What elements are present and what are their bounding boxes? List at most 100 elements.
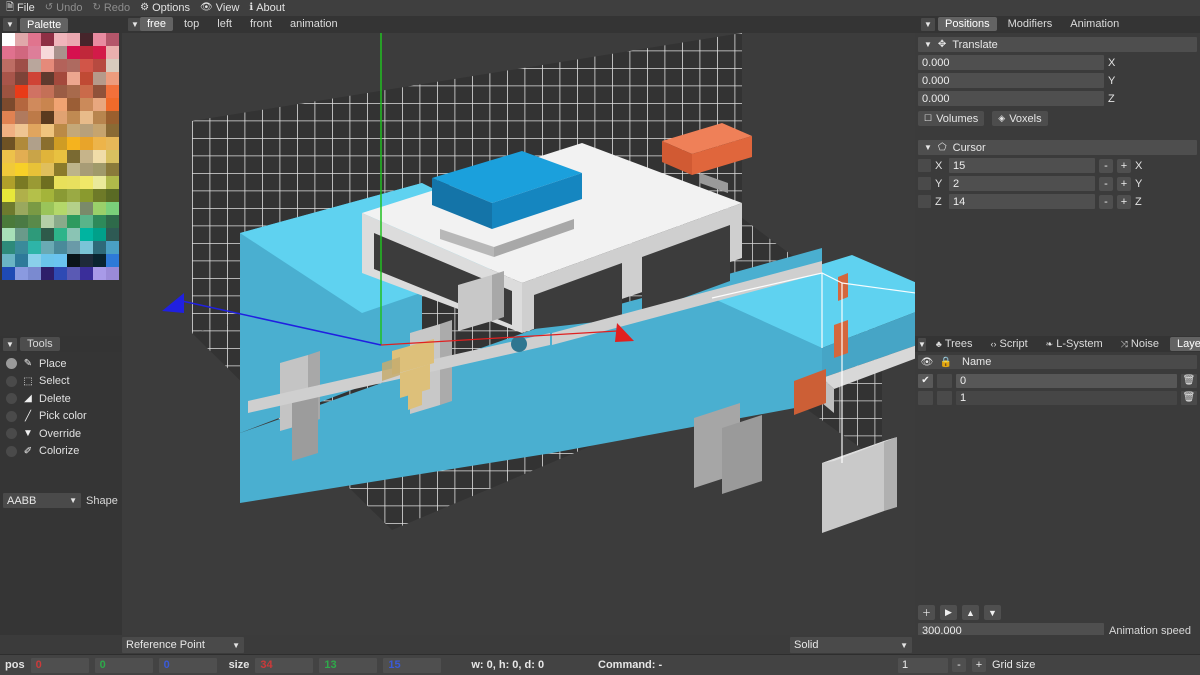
tool-colorize[interactable]: ✐Colorize (0, 443, 122, 461)
palette-swatch[interactable] (2, 215, 15, 228)
palette-swatch[interactable] (28, 46, 41, 59)
palette-swatch[interactable] (80, 215, 93, 228)
3d-viewport[interactable] (122, 33, 915, 635)
shape-select[interactable]: AABB ▼ (3, 493, 81, 508)
cursor-x-increment-button[interactable]: + (1117, 159, 1131, 173)
palette-swatch[interactable] (106, 46, 119, 59)
tool-radio[interactable] (6, 446, 17, 457)
grid-size-input[interactable]: 1 (898, 658, 948, 673)
size-field-x[interactable]: 34 (255, 658, 313, 673)
palette-swatch[interactable] (93, 254, 106, 267)
grid-size-decrement-button[interactable]: - (952, 658, 966, 672)
add-button[interactable]: ＋ (918, 605, 935, 620)
palette-swatch[interactable] (41, 46, 54, 59)
cursor-lock-checkbox-z[interactable] (918, 195, 931, 208)
tab-trees[interactable]: ♣Trees (929, 337, 980, 351)
palette-swatch[interactable] (80, 98, 93, 111)
palette-swatch[interactable] (80, 59, 93, 72)
tab-modifiers[interactable]: Modifiers (1001, 17, 1060, 31)
palette-swatch[interactable] (41, 163, 54, 176)
tab-palette[interactable]: Palette (20, 18, 68, 32)
layer-name-input[interactable]: 0 (956, 374, 1177, 388)
palette-swatch[interactable] (106, 228, 119, 241)
grid-size-increment-button[interactable]: + (972, 658, 986, 672)
palette-swatch[interactable] (80, 254, 93, 267)
palette-swatch[interactable] (93, 98, 106, 111)
render-mode-select[interactable]: Solid ▼ (790, 637, 912, 653)
tool-select[interactable]: ⬚Select (0, 373, 122, 391)
palette-swatch[interactable] (67, 124, 80, 137)
palette-swatch[interactable] (2, 124, 15, 137)
palette-swatch[interactable] (93, 202, 106, 215)
palette-swatch[interactable] (80, 72, 93, 85)
palette-swatch[interactable] (67, 176, 80, 189)
palette-swatch[interactable] (54, 111, 67, 124)
palette-swatch[interactable] (80, 33, 93, 46)
palette-swatch[interactable] (54, 98, 67, 111)
palette-swatch[interactable] (67, 215, 80, 228)
palette-swatch[interactable] (41, 137, 54, 150)
view-tab-free[interactable]: free (140, 17, 173, 31)
size-field-z[interactable]: 15 (383, 658, 441, 673)
palette-swatch[interactable] (2, 241, 15, 254)
palette-swatch[interactable] (67, 163, 80, 176)
palette-swatch[interactable] (15, 111, 28, 124)
cursor-y-decrement-button[interactable]: - (1099, 177, 1113, 191)
translate-y-input[interactable]: 0.000 (918, 73, 1104, 88)
palette-swatch[interactable] (93, 85, 106, 98)
palette-swatch[interactable] (67, 202, 80, 215)
palette-swatch[interactable] (93, 59, 106, 72)
layer-delete-button[interactable]: 🗑 (1181, 391, 1197, 405)
lower-panel-collapse-icon[interactable]: ▼ (918, 338, 926, 351)
size-field-y[interactable]: 13 (319, 658, 377, 673)
palette-swatch[interactable] (41, 215, 54, 228)
palette-swatch[interactable] (80, 111, 93, 124)
tool-radio[interactable] (6, 358, 17, 369)
palette-swatch[interactable] (41, 202, 54, 215)
palette-swatch[interactable] (41, 241, 54, 254)
menu-item-options[interactable]: ⚙Options (137, 1, 197, 16)
palette-swatch[interactable] (54, 176, 67, 189)
palette-swatch[interactable] (67, 189, 80, 202)
palette-swatch[interactable] (67, 150, 80, 163)
palette-swatch[interactable] (2, 254, 15, 267)
palette-swatch[interactable] (41, 59, 54, 72)
palette-swatch[interactable] (93, 111, 106, 124)
tab-script[interactable]: ‹›Script (984, 337, 1035, 351)
palette-swatch[interactable] (2, 98, 15, 111)
palette-swatch[interactable] (15, 98, 28, 111)
palette-swatch[interactable] (15, 189, 28, 202)
palette-swatch[interactable] (28, 163, 41, 176)
palette-swatch[interactable] (15, 46, 28, 59)
right-panel-collapse-icon[interactable]: ▼ (921, 18, 935, 31)
tool-delete[interactable]: ◢Delete (0, 390, 122, 408)
palette-swatch[interactable] (54, 137, 67, 150)
menu-item-file[interactable]: 🗎File (3, 1, 42, 16)
cursor-z-increment-button[interactable]: + (1117, 195, 1131, 209)
palette-swatch[interactable] (106, 215, 119, 228)
tab-animation[interactable]: Animation (1063, 17, 1126, 31)
translate-x-input[interactable]: 0.000 (918, 55, 1104, 70)
palette-swatch[interactable] (54, 241, 67, 254)
palette-swatch[interactable] (106, 241, 119, 254)
layer-lock-checkbox[interactable] (937, 374, 952, 388)
palette-swatch[interactable] (80, 124, 93, 137)
palette-swatch[interactable] (28, 137, 41, 150)
palette-swatch[interactable] (41, 267, 54, 280)
palette-swatch[interactable] (67, 33, 80, 46)
palette-swatch[interactable] (28, 72, 41, 85)
tool-pick-color[interactable]: ╱Pick color (0, 408, 122, 426)
palette-swatch[interactable] (54, 202, 67, 215)
palette-swatch[interactable] (41, 72, 54, 85)
menu-item-about[interactable]: ℹAbout (246, 1, 292, 16)
palette-swatch[interactable] (2, 59, 15, 72)
palette-swatch[interactable] (67, 228, 80, 241)
palette-swatch[interactable] (106, 124, 119, 137)
palette-swatch[interactable] (15, 176, 28, 189)
palette-swatch[interactable] (106, 189, 119, 202)
palette-swatch[interactable] (2, 33, 15, 46)
palette-swatch[interactable] (106, 59, 119, 72)
layer-visible-checkbox[interactable] (918, 391, 933, 405)
palette-swatch[interactable] (2, 267, 15, 280)
layer-visible-checkbox[interactable]: ✔ (918, 374, 933, 388)
